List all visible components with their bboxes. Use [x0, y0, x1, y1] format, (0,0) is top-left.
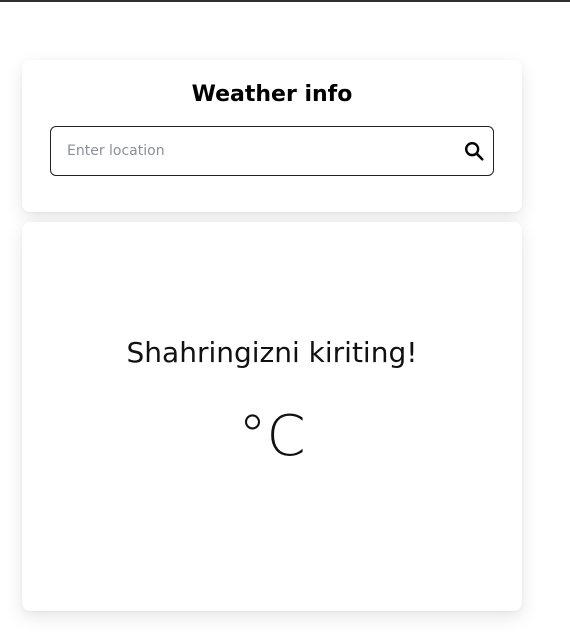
search-icon: [465, 142, 484, 161]
city-prompt-message: Shahringizni kiriting!: [126, 336, 418, 369]
location-input[interactable]: [51, 127, 451, 175]
weather-result-card: Shahringizni kiriting! °C: [22, 222, 522, 611]
search-card: Weather info: [22, 60, 522, 212]
search-button[interactable]: [459, 136, 489, 166]
temperature-display: °C: [238, 404, 306, 469]
search-box: [50, 126, 494, 176]
page-title: Weather info: [191, 82, 353, 107]
top-border: [0, 0, 570, 2]
